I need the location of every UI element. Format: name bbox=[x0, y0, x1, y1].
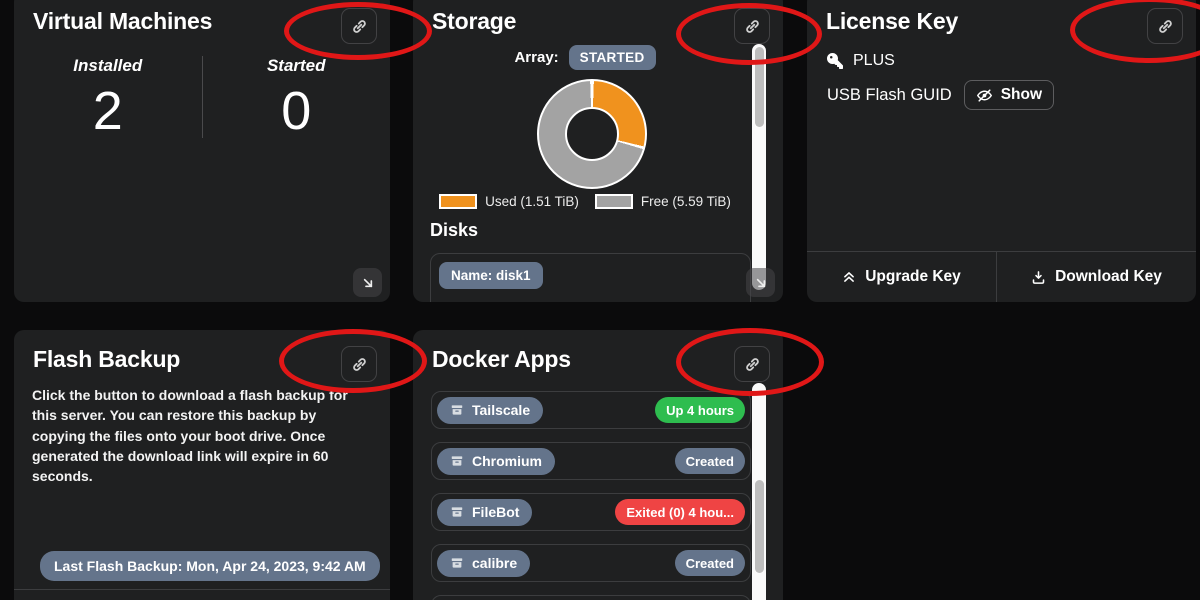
free-swatch bbox=[595, 194, 633, 209]
flash-backup-description: Click the button to download a flash bac… bbox=[32, 385, 368, 486]
angles-up-icon bbox=[842, 270, 856, 284]
download-icon bbox=[1031, 270, 1046, 285]
dashboard: Virtual Machines Installed 2 Started 0 S… bbox=[0, 0, 1200, 600]
vm-started-value: 0 bbox=[203, 84, 391, 138]
vm-installed-stat: Installed 2 bbox=[14, 56, 202, 138]
docker-apps-title: Docker Apps bbox=[432, 346, 571, 373]
download-key-button[interactable]: Download Key bbox=[996, 252, 1196, 302]
upgrade-key-button[interactable]: Upgrade Key bbox=[807, 252, 996, 302]
array-status-row: Array: STARTED bbox=[413, 45, 757, 70]
virtual-machines-link-button[interactable] bbox=[341, 8, 377, 44]
disks-heading: Disks bbox=[430, 220, 478, 241]
docker-app-row-tailscale: Tailscale Up 4 hours bbox=[431, 391, 751, 429]
docker-app-name: FileBot bbox=[472, 504, 519, 520]
virtual-machines-card: Virtual Machines Installed 2 Started 0 bbox=[14, 0, 390, 302]
docker-app-row-partial bbox=[431, 595, 751, 600]
container-box-icon bbox=[450, 505, 464, 519]
link-icon bbox=[351, 356, 368, 373]
vm-resize-handle[interactable] bbox=[353, 268, 382, 297]
vm-installed-label: Installed bbox=[14, 56, 202, 76]
upgrade-key-label: Upgrade Key bbox=[865, 268, 961, 286]
docker-app-status-badge: Exited (0) 4 hou... bbox=[615, 499, 745, 525]
disk-name-badge: Name: disk1 bbox=[439, 262, 543, 289]
docker-scrollbar-thumb[interactable] bbox=[755, 480, 764, 573]
license-key-title: License Key bbox=[826, 8, 958, 35]
last-flash-backup-badge: Last Flash Backup: Mon, Apr 24, 2023, 9:… bbox=[40, 551, 380, 581]
license-tier-label: PLUS bbox=[853, 52, 895, 70]
download-key-label: Download Key bbox=[1055, 268, 1162, 286]
storage-usage-donut-chart bbox=[537, 79, 647, 189]
docker-app-status-badge: Created bbox=[675, 550, 745, 576]
docker-app-row-calibre: calibre Created bbox=[431, 544, 751, 582]
link-icon bbox=[1157, 18, 1174, 35]
storage-chart-legend: Used (1.51 TiB) Free (5.59 TiB) bbox=[413, 194, 757, 209]
docker-apps-link-button[interactable] bbox=[734, 346, 770, 382]
docker-app-name-badge[interactable]: FileBot bbox=[437, 499, 532, 526]
docker-app-name-badge[interactable]: calibre bbox=[437, 550, 530, 577]
vm-started-stat: Started 0 bbox=[203, 56, 391, 138]
docker-app-status-badge: Up 4 hours bbox=[655, 397, 745, 423]
container-box-icon bbox=[450, 556, 464, 570]
storage-resize-handle[interactable] bbox=[746, 268, 775, 297]
docker-app-list: Tailscale Up 4 hours Chromium Created bbox=[431, 391, 751, 600]
docker-app-row-chromium: Chromium Created bbox=[431, 442, 751, 480]
used-swatch bbox=[439, 194, 477, 209]
flash-footer-divider bbox=[14, 589, 390, 590]
array-status-badge: STARTED bbox=[569, 45, 656, 70]
license-key-link-button[interactable] bbox=[1147, 8, 1183, 44]
docker-app-name: Chromium bbox=[472, 453, 542, 469]
vm-installed-value: 2 bbox=[14, 84, 202, 138]
license-footer: Upgrade Key Download Key bbox=[807, 251, 1196, 302]
license-key-card: License Key PLUS USB Flash GUID Show bbox=[807, 0, 1196, 302]
guid-row: USB Flash GUID Show bbox=[827, 80, 1054, 110]
guid-label: USB Flash GUID bbox=[827, 86, 952, 105]
legend-free: Free (5.59 TiB) bbox=[595, 194, 731, 209]
vm-started-label: Started bbox=[203, 56, 391, 76]
legend-free-label: Free (5.59 TiB) bbox=[641, 194, 731, 209]
vm-stats: Installed 2 Started 0 bbox=[14, 56, 390, 138]
container-box-icon bbox=[450, 454, 464, 468]
show-guid-label: Show bbox=[1001, 86, 1042, 104]
flash-backup-title: Flash Backup bbox=[33, 346, 180, 373]
legend-used: Used (1.51 TiB) bbox=[439, 194, 579, 209]
link-icon bbox=[744, 18, 761, 35]
docker-app-name-badge[interactable]: Chromium bbox=[437, 448, 555, 475]
storage-scrollbar[interactable] bbox=[752, 44, 766, 290]
legend-used-label: Used (1.51 TiB) bbox=[485, 194, 579, 209]
storage-link-button[interactable] bbox=[734, 8, 770, 44]
docker-app-status-badge: Created bbox=[675, 448, 745, 474]
container-box-icon bbox=[450, 403, 464, 417]
show-guid-button[interactable]: Show bbox=[964, 80, 1054, 110]
flash-backup-link-button[interactable] bbox=[341, 346, 377, 382]
storage-title: Storage bbox=[432, 8, 516, 35]
docker-app-row-filebot: FileBot Exited (0) 4 hou... bbox=[431, 493, 751, 531]
license-tier-row: PLUS bbox=[827, 52, 895, 70]
eye-slash-icon bbox=[976, 87, 993, 104]
storage-scrollbar-thumb[interactable] bbox=[755, 47, 764, 127]
resize-arrow-icon bbox=[360, 275, 376, 291]
docker-app-name-badge[interactable]: Tailscale bbox=[437, 397, 543, 424]
docker-scrollbar[interactable] bbox=[752, 383, 766, 600]
virtual-machines-title: Virtual Machines bbox=[33, 8, 212, 35]
disk-list-item: Name: disk1 bbox=[430, 253, 751, 302]
array-label: Array: bbox=[514, 49, 558, 66]
key-icon bbox=[827, 53, 843, 69]
link-icon bbox=[744, 356, 761, 373]
flash-backup-card: Flash Backup Click the button to downloa… bbox=[14, 330, 390, 600]
link-icon bbox=[351, 18, 368, 35]
docker-apps-card: Docker Apps Tailscale Up 4 hours bbox=[413, 330, 783, 600]
docker-app-name: Tailscale bbox=[472, 402, 530, 418]
storage-card: Storage Array: STARTED Used (1.51 TiB) F… bbox=[413, 0, 783, 302]
docker-app-name: calibre bbox=[472, 555, 517, 571]
resize-arrow-icon bbox=[753, 275, 769, 291]
